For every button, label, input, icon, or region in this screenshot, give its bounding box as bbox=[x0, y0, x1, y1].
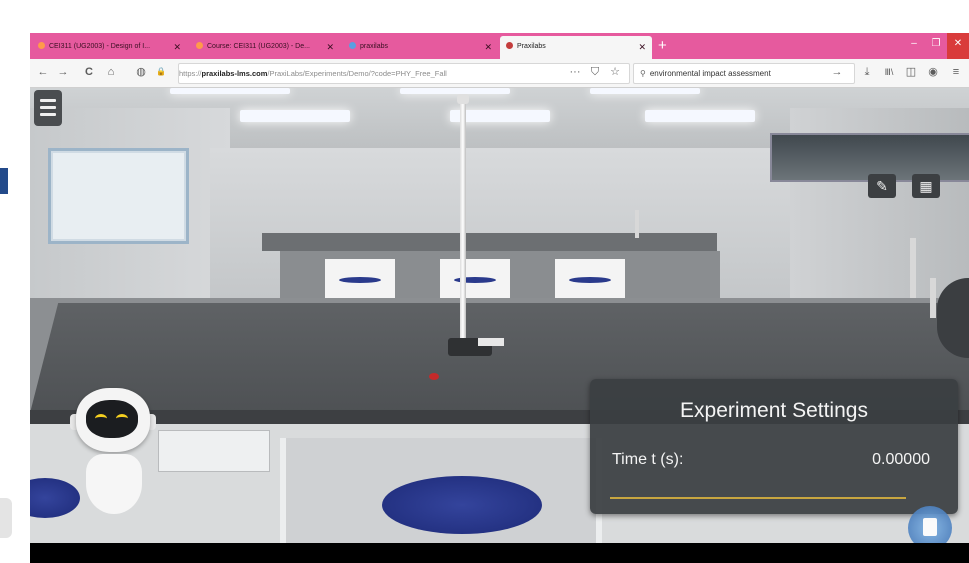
search-go-icon[interactable]: → bbox=[830, 65, 844, 79]
close-tab-icon[interactable]: ✕ bbox=[326, 36, 334, 58]
account-icon[interactable]: ◉ bbox=[926, 65, 940, 79]
close-tab-icon[interactable]: ✕ bbox=[638, 36, 646, 58]
bookmark-star-icon[interactable]: ☆ bbox=[608, 65, 622, 79]
tab-course[interactable]: Course: CEI311 (UG2003) - De... ✕ bbox=[190, 36, 340, 59]
url-domain: praxilabs-lms.com bbox=[201, 69, 268, 78]
tracking-shield-icon[interactable]: ◍ bbox=[134, 65, 148, 79]
cabinet-opening bbox=[325, 259, 395, 299]
lab-window bbox=[48, 148, 189, 244]
close-window-icon[interactable]: ✕ bbox=[947, 33, 969, 59]
address-bar[interactable]: https://praxilabs-lms.com/PraxiLabs/Expe… bbox=[178, 63, 630, 84]
pocket-icon[interactable]: ⛉ bbox=[588, 65, 602, 79]
time-label: Time t (s): bbox=[612, 451, 684, 468]
panel-title: Experiment Settings bbox=[680, 399, 868, 422]
sink-faucet bbox=[635, 210, 639, 238]
downloads-icon[interactable]: ⤓ bbox=[860, 65, 874, 79]
cabinet-drawer bbox=[158, 430, 270, 472]
tab-title: CEI311 (UG2003) - Design of I... bbox=[49, 43, 151, 50]
minimize-icon[interactable]: – bbox=[903, 33, 925, 59]
tab-title: praxilabs bbox=[360, 43, 389, 50]
right-faucet bbox=[930, 278, 936, 318]
stool bbox=[339, 277, 381, 283]
tab-design[interactable]: CEI311 (UG2003) - Design of I... ✕ bbox=[32, 36, 187, 59]
url-prefix: https:// bbox=[179, 69, 202, 78]
ceiling-light bbox=[645, 110, 755, 122]
back-bench bbox=[262, 233, 717, 251]
search-icon: ⚲ bbox=[640, 69, 646, 78]
browser-window: CEI311 (UG2003) - Design of I... ✕ Course… bbox=[30, 33, 969, 563]
tab-praxilabs-active[interactable]: Praxilabs ✕ bbox=[500, 36, 652, 59]
start-button[interactable] bbox=[429, 373, 439, 380]
ceiling-light bbox=[240, 110, 350, 122]
navigation-bar: ← → C ⌂ ◍ 🔒 https://praxilabs-lms.com/Pr… bbox=[30, 59, 969, 88]
virtual-lab-scene[interactable]: ✎ ▦ Experiment Settings Time t (s): 0.00… bbox=[30, 88, 969, 543]
tab-praxilabs-1[interactable]: praxilabs ✕ bbox=[343, 36, 498, 59]
praxilabs-logo-icon[interactable] bbox=[908, 506, 952, 543]
release-clamp[interactable] bbox=[457, 94, 469, 104]
stool bbox=[382, 476, 542, 534]
lab-menu-button[interactable] bbox=[34, 90, 62, 126]
lock-icon: 🔒 bbox=[156, 67, 166, 76]
stool bbox=[569, 277, 611, 283]
favicon-icon bbox=[196, 42, 203, 49]
back-icon[interactable]: ← bbox=[36, 65, 50, 79]
tab-strip: CEI311 (UG2003) - Design of I... ✕ Course… bbox=[30, 33, 969, 59]
hamburger-menu-icon bbox=[40, 99, 56, 102]
calculator-icon[interactable]: ▦ bbox=[912, 174, 940, 198]
hamburger-menu-icon bbox=[40, 106, 56, 109]
url-path: /PraxiLabs/Experiments/Demo/?code=PHY_Fr… bbox=[267, 69, 447, 78]
notes-icon[interactable]: ✎ bbox=[868, 174, 896, 198]
favicon-icon bbox=[506, 42, 513, 49]
robot-eye-icon bbox=[95, 414, 107, 423]
right-faucet bbox=[910, 238, 916, 298]
home-icon[interactable]: ⌂ bbox=[104, 65, 118, 79]
ceiling-light bbox=[400, 88, 510, 94]
cabinet-opening bbox=[440, 259, 510, 299]
ceiling-light bbox=[170, 88, 290, 94]
robot-face bbox=[86, 400, 138, 438]
sidebar-icon[interactable]: ◫ bbox=[904, 65, 918, 79]
background-page-sliver bbox=[0, 168, 8, 194]
reload-icon[interactable]: C bbox=[82, 65, 96, 79]
robot-body bbox=[86, 454, 142, 514]
forward-icon[interactable]: → bbox=[56, 65, 70, 79]
close-tab-icon[interactable]: ✕ bbox=[173, 36, 181, 58]
app-menu-icon[interactable]: ≡ bbox=[949, 65, 963, 79]
tab-title: Course: CEI311 (UG2003) - De... bbox=[207, 43, 310, 50]
time-value: 0.00000 bbox=[872, 451, 930, 468]
robot-assistant[interactable] bbox=[70, 388, 160, 518]
favicon-icon bbox=[38, 42, 45, 49]
background-figure-sliver bbox=[0, 498, 12, 538]
restore-icon[interactable]: ❐ bbox=[925, 33, 947, 59]
search-text: environmental impact assessment bbox=[649, 69, 771, 78]
panel-divider bbox=[610, 497, 906, 499]
page-actions-icon[interactable]: ··· bbox=[568, 65, 582, 79]
robot-eye-icon bbox=[116, 414, 128, 423]
bottom-black-bar bbox=[30, 543, 969, 563]
hamburger-menu-icon bbox=[40, 113, 56, 116]
close-tab-icon[interactable]: ✕ bbox=[484, 36, 492, 58]
experiment-settings-panel: Experiment Settings Time t (s): 0.00000 bbox=[590, 379, 958, 514]
new-tab-button[interactable]: + bbox=[658, 36, 667, 56]
tab-title: Praxilabs bbox=[517, 43, 546, 50]
window-controls: – ❐ ✕ bbox=[903, 33, 969, 59]
cabinet-opening bbox=[555, 259, 625, 299]
ceiling-light bbox=[590, 88, 700, 94]
photo-gate-sensor[interactable] bbox=[478, 338, 504, 346]
favicon-icon bbox=[349, 42, 356, 49]
free-fall-pole[interactable] bbox=[460, 96, 466, 341]
search-input[interactable]: ⚲ environmental impact assessment bbox=[633, 63, 855, 84]
library-icon[interactable]: Ⅲ\ bbox=[882, 65, 896, 79]
